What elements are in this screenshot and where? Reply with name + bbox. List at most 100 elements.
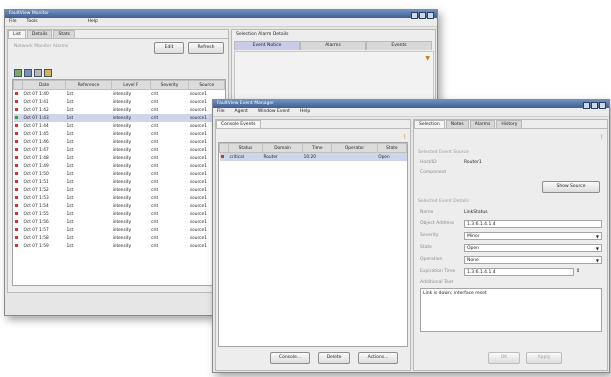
row-cell: crit bbox=[151, 163, 159, 169]
table-row[interactable]: Oct 07 1:40 1st intensity crit source1 bbox=[14, 90, 225, 99]
table-row[interactable]: Oct 07 1:58 1st intensity crit source1 bbox=[14, 234, 225, 242]
table-row[interactable]: Oct 07 1:50 1st intensity crit source1 bbox=[14, 170, 225, 178]
tab-notes[interactable]: Notes bbox=[445, 120, 469, 128]
back-left-tabs: List Details Stats bbox=[8, 30, 228, 39]
row-cell: critical bbox=[229, 154, 244, 160]
row-cell bbox=[14, 138, 23, 146]
close-icon[interactable] bbox=[427, 11, 434, 19]
col-header[interactable]: Level F bbox=[111, 80, 151, 90]
row-cell bbox=[14, 162, 23, 170]
front-titlebar[interactable]: FaultView Event Manager bbox=[213, 100, 609, 109]
row-cell bbox=[14, 114, 23, 122]
row-cell bbox=[14, 122, 23, 130]
tab-event-notice[interactable]: Event Notice bbox=[234, 41, 300, 50]
tab-alarms[interactable]: Alarms bbox=[300, 41, 366, 50]
state-dropdown[interactable]: Open ▼ bbox=[464, 244, 602, 252]
tab-list[interactable]: List bbox=[8, 30, 26, 38]
tab-history[interactable]: History bbox=[496, 120, 523, 128]
table-row[interactable]: Oct 07 1:45 1st intensity crit source1 bbox=[14, 130, 225, 138]
col-header[interactable] bbox=[219, 143, 229, 153]
row-cell bbox=[14, 186, 23, 194]
actions-button[interactable]: Actions... bbox=[358, 352, 398, 364]
maximize-icon[interactable] bbox=[591, 101, 598, 109]
ok-button[interactable]: OK bbox=[488, 352, 520, 364]
col-header[interactable]: State bbox=[376, 143, 407, 153]
edit-button[interactable]: Edit bbox=[154, 42, 184, 54]
row-cell: 1st bbox=[66, 123, 74, 129]
front-menubar: File Agent Window Event Help bbox=[213, 108, 609, 117]
col-header[interactable]: Source bbox=[188, 80, 225, 90]
table-row[interactable]: Oct 07 1:52 1st intensity crit source1 bbox=[14, 186, 225, 194]
table-row[interactable]: Oct 07 1:55 1st intensity crit source1 bbox=[14, 210, 225, 218]
tab-selection[interactable]: Selection bbox=[414, 120, 445, 128]
table-row[interactable]: Oct 07 1:41 1st intensity crit source1 bbox=[14, 98, 225, 106]
row-cell: Oct 07 1:47 bbox=[23, 147, 49, 153]
expiration-time-field[interactable]: 1.3.6.1.4.1.4 bbox=[464, 268, 574, 276]
tab-details[interactable]: Details bbox=[26, 30, 53, 38]
col-header[interactable]: Time bbox=[302, 143, 333, 153]
table-row[interactable]: Oct 07 1:53 1st intensity crit source1 bbox=[14, 194, 225, 202]
table-row[interactable]: Oct 07 1:57 1st intensity crit source1 bbox=[14, 226, 225, 234]
row-cell bbox=[14, 98, 23, 106]
refresh-button[interactable]: Refresh bbox=[188, 42, 224, 54]
back-titlebar[interactable]: FaultView Monitor bbox=[5, 10, 437, 19]
tab-stats[interactable]: Stats bbox=[53, 30, 75, 38]
table-row[interactable]: Oct 07 1:56 1st intensity crit source1 bbox=[14, 218, 225, 226]
additional-text-area[interactable]: Link is down; interface reset bbox=[420, 288, 602, 332]
minimize-icon[interactable] bbox=[583, 101, 590, 109]
menu-window-event[interactable]: Window Event bbox=[258, 108, 290, 116]
print-icon[interactable] bbox=[34, 69, 42, 77]
console-button[interactable]: Console... bbox=[270, 352, 310, 364]
menu-file[interactable]: File bbox=[9, 18, 17, 26]
row-cell: intensity bbox=[112, 227, 132, 233]
save-icon[interactable] bbox=[24, 69, 32, 77]
col-header[interactable] bbox=[13, 80, 23, 90]
tab-console-events[interactable]: Console Events bbox=[216, 120, 261, 128]
table-row[interactable]: critical Router 10:20 Open bbox=[219, 152, 407, 161]
col-header[interactable]: Domain bbox=[262, 143, 304, 153]
menu-help[interactable]: Help bbox=[300, 108, 310, 116]
row-cell: crit bbox=[151, 187, 159, 193]
col-header[interactable]: Date bbox=[22, 80, 66, 90]
new-icon[interactable] bbox=[14, 69, 22, 77]
table-row[interactable]: Oct 07 1:48 1st intensity crit source1 bbox=[14, 154, 225, 162]
col-header[interactable]: Status bbox=[227, 143, 264, 153]
show-source-button[interactable]: Show Source bbox=[542, 181, 600, 193]
table-row[interactable]: Oct 07 1:46 1st intensity crit source1 bbox=[14, 138, 225, 146]
status-icon bbox=[14, 147, 18, 151]
menu-help[interactable]: Help bbox=[88, 18, 98, 26]
row-cell: intensity bbox=[112, 163, 132, 169]
row-cell: intensity bbox=[112, 123, 132, 129]
maximize-icon[interactable] bbox=[419, 11, 426, 19]
table-row[interactable]: Oct 07 1:47 1st intensity crit source1 bbox=[14, 146, 225, 154]
close-icon[interactable] bbox=[599, 101, 606, 109]
status-icon bbox=[14, 195, 18, 199]
col-header[interactable]: Operator bbox=[331, 143, 378, 153]
table-row[interactable]: Oct 07 1:51 1st intensity crit source1 bbox=[14, 178, 225, 186]
col-header[interactable]: Reference bbox=[64, 80, 113, 90]
minimize-icon[interactable] bbox=[411, 11, 418, 19]
operation-dropdown[interactable]: None ▼ bbox=[464, 256, 602, 264]
table-row[interactable]: Oct 07 1:49 1st intensity crit source1 bbox=[14, 162, 225, 170]
menu-tools[interactable]: Tools bbox=[27, 18, 38, 26]
menu-file[interactable]: File bbox=[217, 108, 225, 116]
apply-button[interactable]: Apply bbox=[526, 352, 562, 364]
row-cell bbox=[14, 242, 23, 250]
tab-alarms[interactable]: Alarms bbox=[469, 120, 496, 128]
filter-icon[interactable] bbox=[44, 69, 52, 77]
menu-agent[interactable]: Agent bbox=[235, 108, 248, 116]
row-cell: crit bbox=[151, 171, 159, 177]
object-address-field[interactable]: 1.3.6.1.4.1.4 bbox=[464, 220, 602, 228]
table-row[interactable]: Oct 07 1:43 1st intensity crit source1 bbox=[13, 114, 225, 122]
col-header[interactable]: Severity bbox=[149, 80, 190, 90]
table-row[interactable]: Oct 07 1:42 1st intensity crit source1 bbox=[14, 106, 225, 114]
object-address-label: Object Address bbox=[420, 221, 455, 226]
tab-events[interactable]: Events bbox=[366, 41, 432, 50]
table-row[interactable]: Oct 07 1:54 1st intensity crit source1 bbox=[14, 202, 225, 210]
delete-button[interactable]: Delete bbox=[318, 352, 350, 364]
spinner-icon[interactable]: ⇕ bbox=[576, 268, 580, 274]
severity-dropdown[interactable]: Minor ▼ bbox=[464, 232, 602, 240]
table-row[interactable]: Oct 07 1:44 1st intensity crit source1 bbox=[14, 122, 225, 130]
table-row[interactable]: Oct 07 1:59 1st intensity crit source1 bbox=[14, 242, 225, 250]
back-left-pane: List Details Stats Network Monitor Alarm… bbox=[7, 29, 229, 293]
